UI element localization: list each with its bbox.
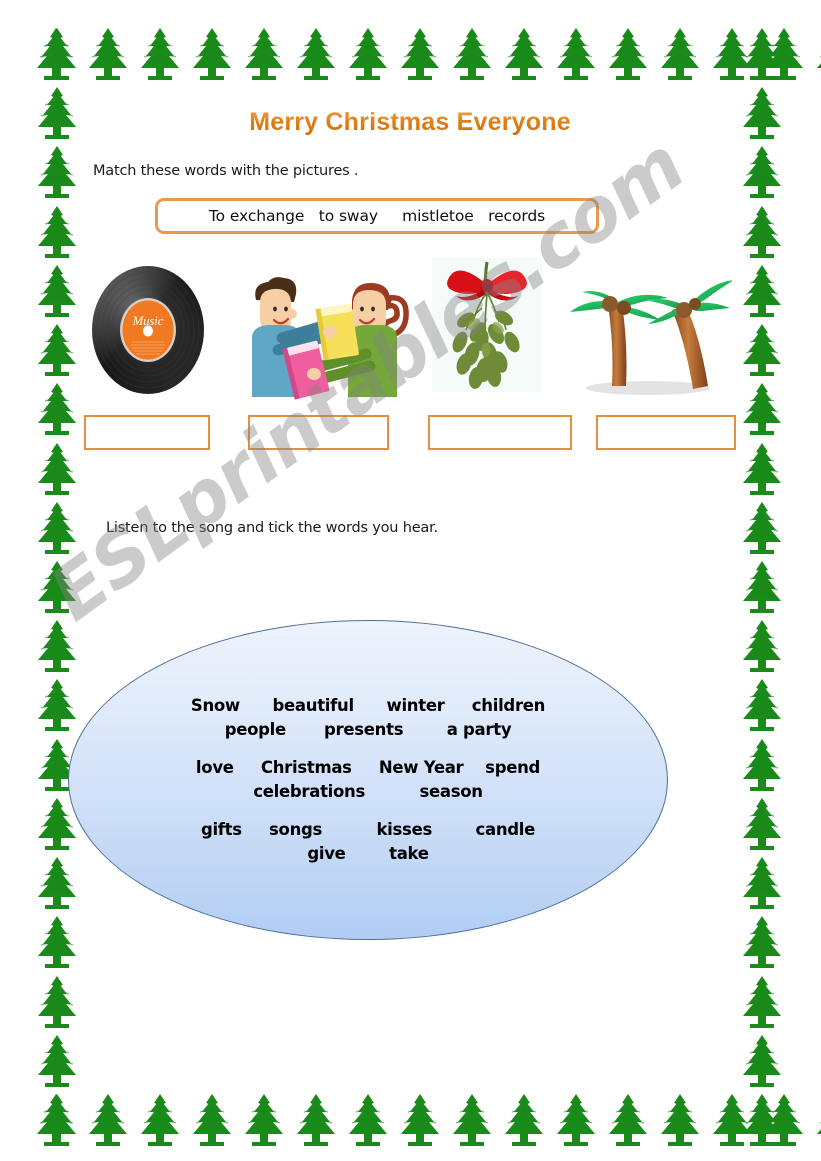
christmas-tree-icon (446, 26, 498, 84)
christmas-tree-icon (342, 1092, 394, 1150)
worksheet-page: Merry Christmas Everyone Match these wor… (0, 0, 821, 1161)
christmas-tree-icon (290, 1092, 342, 1150)
christmas-tree-icon (31, 441, 83, 499)
christmas-tree-icon (498, 26, 550, 84)
border-trees-right (736, 26, 788, 1150)
christmas-tree-icon (654, 26, 706, 84)
christmas-tree-icon (736, 559, 788, 617)
christmas-tree-icon (550, 26, 602, 84)
word-group-1: Snow beautiful winter children people pr… (191, 694, 546, 742)
answer-box-2[interactable] (248, 415, 389, 450)
christmas-tree-icon (736, 677, 788, 735)
mistletoe-image (432, 258, 542, 408)
word-group-3: gifts songs kisses candle give take (201, 818, 535, 866)
christmas-tree-icon (736, 796, 788, 854)
wordbank-box: To exchange to sway mistletoe records (155, 198, 599, 234)
border-trees-left (31, 26, 83, 1150)
christmas-tree-icon (238, 1092, 290, 1150)
christmas-tree-icon (736, 26, 788, 84)
christmas-tree-icon (550, 1092, 602, 1150)
word-pool-words: Snow beautiful winter children people pr… (69, 621, 667, 939)
christmas-tree-icon (736, 1092, 788, 1150)
christmas-tree-icon (31, 381, 83, 439)
christmas-tree-icon (31, 1033, 83, 1091)
christmas-tree-icon (394, 1092, 446, 1150)
word-line[interactable]: love Christmas New Year spend (196, 756, 540, 780)
word-line[interactable]: Snow beautiful winter children (191, 694, 546, 718)
christmas-tree-icon (446, 1092, 498, 1150)
people-exchanging-books-image (234, 258, 414, 408)
swaying-palm-trees-image (564, 258, 732, 408)
christmas-tree-icon (134, 1092, 186, 1150)
answer-box-row (84, 415, 736, 450)
christmas-tree-icon (736, 144, 788, 202)
christmas-tree-icon (736, 322, 788, 380)
picture-strip: Music (84, 258, 736, 408)
christmas-tree-icon (238, 26, 290, 84)
christmas-tree-icon (736, 263, 788, 321)
christmas-tree-icon (134, 26, 186, 84)
christmas-tree-icon (31, 1092, 83, 1150)
border-trees-bottom (30, 1092, 821, 1150)
christmas-tree-icon (394, 26, 446, 84)
christmas-tree-icon (498, 1092, 550, 1150)
christmas-tree-icon (654, 1092, 706, 1150)
christmas-tree-icon (736, 441, 788, 499)
christmas-tree-icon (31, 559, 83, 617)
christmas-tree-icon (736, 204, 788, 262)
christmas-tree-icon (810, 1092, 821, 1150)
christmas-tree-icon (31, 263, 83, 321)
exercise2-instruction: Listen to the song and tick the words yo… (106, 520, 438, 536)
christmas-tree-icon (31, 144, 83, 202)
christmas-tree-icon (342, 26, 394, 84)
word-line[interactable]: gifts songs kisses candle (201, 818, 535, 842)
christmas-tree-icon (602, 1092, 654, 1150)
vinyl-record-image: Music (88, 258, 208, 408)
christmas-tree-icon (736, 914, 788, 972)
christmas-tree-icon (736, 618, 788, 676)
christmas-tree-icon (31, 500, 83, 558)
word-line[interactable]: celebrations season (196, 780, 540, 804)
christmas-tree-icon (186, 26, 238, 84)
christmas-tree-icon (736, 381, 788, 439)
christmas-tree-icon (602, 26, 654, 84)
christmas-tree-icon (31, 85, 83, 143)
exercise1-instruction: Match these words with the pictures . (93, 163, 359, 179)
page-title: Merry Christmas Everyone (84, 108, 736, 137)
word-line[interactable]: people presents a party (191, 718, 545, 742)
christmas-tree-icon (736, 1033, 788, 1091)
christmas-tree-icon (31, 974, 83, 1032)
christmas-tree-icon (736, 85, 788, 143)
worksheet-content: Merry Christmas Everyone Match these wor… (68, 90, 736, 1080)
christmas-tree-icon (82, 26, 134, 84)
answer-box-4[interactable] (596, 415, 736, 450)
christmas-tree-icon (736, 974, 788, 1032)
word-line[interactable]: give take (201, 842, 535, 866)
wordbank-words: To exchange to sway mistletoe records (208, 207, 546, 225)
christmas-tree-icon (31, 322, 83, 380)
christmas-tree-icon (31, 204, 83, 262)
christmas-tree-icon (736, 737, 788, 795)
word-pool-oval: Snow beautiful winter children people pr… (68, 620, 668, 940)
border-trees-top (30, 26, 821, 84)
answer-box-1[interactable] (84, 415, 210, 450)
christmas-tree-icon (810, 26, 821, 84)
christmas-tree-icon (290, 26, 342, 84)
christmas-tree-icon (31, 26, 83, 84)
christmas-tree-icon (82, 1092, 134, 1150)
christmas-tree-icon (736, 855, 788, 913)
answer-box-3[interactable] (428, 415, 572, 450)
christmas-tree-icon (736, 500, 788, 558)
word-group-2: love Christmas New Year spend celebratio… (196, 756, 540, 804)
christmas-tree-icon (186, 1092, 238, 1150)
